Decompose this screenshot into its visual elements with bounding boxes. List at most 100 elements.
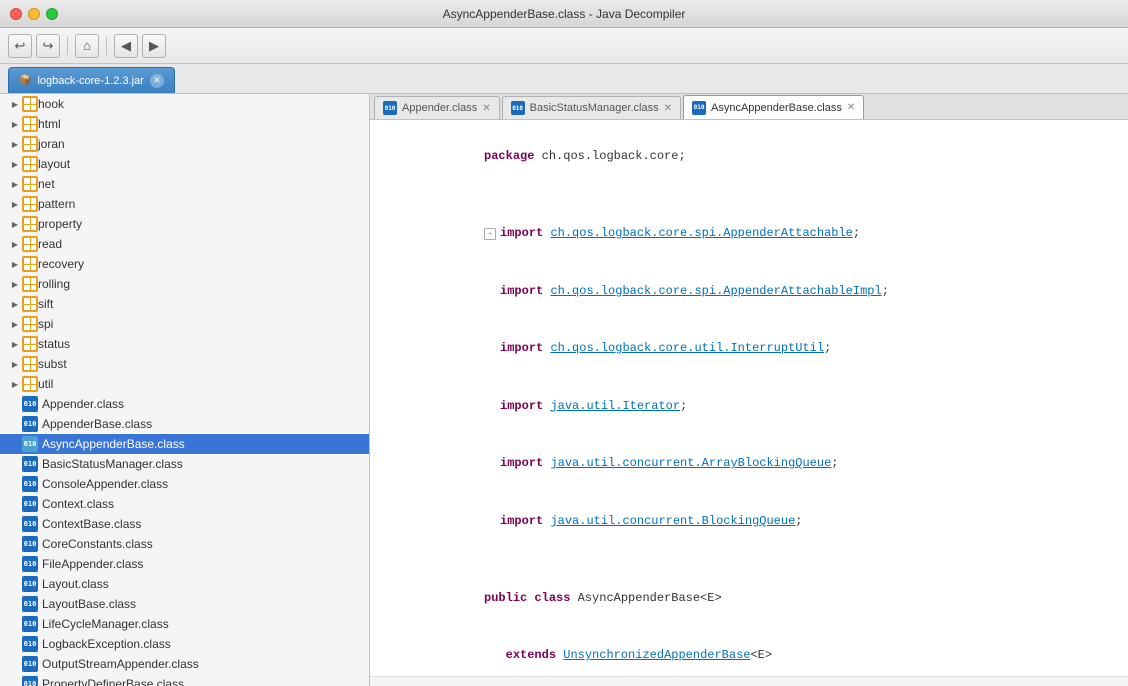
tree-item-sift[interactable]: ▶ sift bbox=[0, 294, 369, 314]
class-icon-contextbase: 010 bbox=[22, 516, 38, 532]
label-net: net bbox=[38, 177, 55, 191]
tree-item-appenderbase-class[interactable]: ▶ 010 AppenderBase.class bbox=[0, 414, 369, 434]
arrow-hook: ▶ bbox=[8, 97, 22, 111]
code-content bbox=[412, 186, 1120, 205]
tree-item-coreconstants-class[interactable]: ▶ 010 CoreConstants.class bbox=[0, 534, 369, 554]
minimize-button[interactable] bbox=[28, 8, 40, 20]
class-icon-basicstatusmanager: 010 bbox=[22, 456, 38, 472]
tree-item-property[interactable]: ▶ property bbox=[0, 214, 369, 234]
arrow-spi: ▶ bbox=[8, 317, 22, 331]
code-content: import java.util.concurrent.ArrayBlockin… bbox=[412, 435, 1120, 493]
label-contextbase-class: ContextBase.class bbox=[42, 517, 141, 531]
tab-appender-class[interactable]: 010 Appender.class ✕ bbox=[374, 96, 500, 119]
tab-label-basicstatusmanager: BasicStatusManager.class bbox=[530, 102, 659, 114]
arrow-util: ▶ bbox=[8, 377, 22, 391]
tab-label-asyncappenderbase: AsyncAppenderBase.class bbox=[711, 102, 842, 114]
toolbar-forward-button[interactable]: ↪ bbox=[36, 34, 60, 58]
code-content bbox=[412, 550, 1120, 569]
jar-tab-label: logback-core-1.2.3.jar bbox=[37, 75, 143, 87]
package-icon-layout bbox=[22, 156, 38, 172]
tree-item-contextbase-class[interactable]: ▶ 010 ContextBase.class bbox=[0, 514, 369, 534]
tree-item-html[interactable]: ▶ html bbox=[0, 114, 369, 134]
code-line-class-decl: public class AsyncAppenderBase<E> bbox=[370, 569, 1128, 627]
label-context-class: Context.class bbox=[42, 497, 114, 511]
tree-item-propertydefinerbase-class[interactable]: ▶ 010 PropertyDefinerBase.class bbox=[0, 674, 369, 686]
code-content: extends UnsynchronizedAppenderBase<E> bbox=[412, 627, 1120, 676]
tree-item-basicstatusmanager-class[interactable]: ▶ 010 BasicStatusManager.class bbox=[0, 454, 369, 474]
label-joran: joran bbox=[38, 137, 65, 151]
tree-item-net[interactable]: ▶ net bbox=[0, 174, 369, 194]
file-tree-panel: ▶ hook ▶ html ▶ joran ▶ bbox=[0, 94, 370, 686]
arrow-joran: ▶ bbox=[8, 137, 22, 151]
code-line-import5: import java.util.concurrent.ArrayBlockin… bbox=[370, 435, 1128, 493]
class-icon-asyncappenderbase: 010 bbox=[22, 436, 38, 452]
package-icon-read bbox=[22, 236, 38, 252]
arrow-rolling: ▶ bbox=[8, 277, 22, 291]
tree-item-layoutbase-class[interactable]: ▶ 010 LayoutBase.class bbox=[0, 594, 369, 614]
package-icon-net bbox=[22, 176, 38, 192]
tree-item-layout[interactable]: ▶ layout bbox=[0, 154, 369, 174]
close-button[interactable] bbox=[10, 8, 22, 20]
toolbar-home-button[interactable]: ⌂ bbox=[75, 34, 99, 58]
class-icon-layout: 010 bbox=[22, 576, 38, 592]
arrow-pattern: ▶ bbox=[8, 197, 22, 211]
label-basicstatusmanager-class: BasicStatusManager.class bbox=[42, 457, 183, 471]
jar-tab-close-button[interactable]: ✕ bbox=[150, 74, 164, 88]
tree-item-util[interactable]: ▶ util bbox=[0, 374, 369, 394]
jar-tab[interactable]: 📦 logback-core-1.2.3.jar ✕ bbox=[8, 67, 175, 93]
main-area: ▶ hook ▶ html ▶ joran ▶ bbox=[0, 94, 1128, 686]
toolbar-next-button[interactable]: ▶ bbox=[142, 34, 166, 58]
tree-item-recovery[interactable]: ▶ recovery bbox=[0, 254, 369, 274]
tab-label-appender: Appender.class bbox=[402, 102, 477, 114]
tree-item-outputstreamappender-class[interactable]: ▶ 010 OutputStreamAppender.class bbox=[0, 654, 369, 674]
tab-icon-basicstatusmanager: 010 bbox=[511, 101, 525, 115]
toolbar-prev-button[interactable]: ◀ bbox=[114, 34, 138, 58]
label-layoutbase-class: LayoutBase.class bbox=[42, 597, 136, 611]
class-icon-fileappender: 010 bbox=[22, 556, 38, 572]
package-icon-pattern bbox=[22, 196, 38, 212]
code-line-package: package ch.qos.logback.core; bbox=[370, 128, 1128, 186]
tree-item-asyncappenderbase-class[interactable]: ▶ 010 AsyncAppenderBase.class bbox=[0, 434, 369, 454]
tree-item-hook[interactable]: ▶ hook bbox=[0, 94, 369, 114]
toolbar-back-button[interactable]: ↩ bbox=[8, 34, 32, 58]
tree-item-consoleappender-class[interactable]: ▶ 010 ConsoleAppender.class bbox=[0, 474, 369, 494]
tree-item-layout-class[interactable]: ▶ 010 Layout.class bbox=[0, 574, 369, 594]
tab-asyncappenderbase-class[interactable]: 010 AsyncAppenderBase.class ✕ bbox=[683, 95, 864, 119]
tree-item-read[interactable]: ▶ read bbox=[0, 234, 369, 254]
toolbar-separator-2 bbox=[106, 37, 107, 55]
package-icon-sift bbox=[22, 296, 38, 312]
tree-item-appender-class[interactable]: ▶ 010 Appender.class bbox=[0, 394, 369, 414]
tab-close-basicstatusmanager[interactable]: ✕ bbox=[664, 103, 672, 114]
tree-item-rolling[interactable]: ▶ rolling bbox=[0, 274, 369, 294]
tab-close-asyncappenderbase[interactable]: ✕ bbox=[847, 102, 855, 113]
tree-item-spi[interactable]: ▶ spi bbox=[0, 314, 369, 334]
code-line-extends: extends UnsynchronizedAppenderBase<E> bbox=[370, 627, 1128, 676]
maximize-button[interactable] bbox=[46, 8, 58, 20]
jar-tab-bar: 📦 logback-core-1.2.3.jar ✕ bbox=[0, 64, 1128, 94]
label-subst: subst bbox=[38, 357, 67, 371]
tree-item-pattern[interactable]: ▶ pattern bbox=[0, 194, 369, 214]
tree-item-fileappender-class[interactable]: ▶ 010 FileAppender.class bbox=[0, 554, 369, 574]
horizontal-scrollbar[interactable] bbox=[370, 676, 1128, 686]
tab-close-appender[interactable]: ✕ bbox=[482, 103, 490, 114]
package-icon-joran bbox=[22, 136, 38, 152]
label-layout-class: Layout.class bbox=[42, 577, 109, 591]
class-icon-coreconstants: 010 bbox=[22, 536, 38, 552]
collapse-imports-button[interactable]: - bbox=[484, 228, 496, 240]
traffic-lights bbox=[10, 8, 58, 20]
arrow-html: ▶ bbox=[8, 117, 22, 131]
tab-basicstatusmanager-class[interactable]: 010 BasicStatusManager.class ✕ bbox=[502, 96, 681, 119]
tree-item-subst[interactable]: ▶ subst bbox=[0, 354, 369, 374]
tree-item-lifecyclemanager-class[interactable]: ▶ 010 LifeCycleManager.class bbox=[0, 614, 369, 634]
label-fileappender-class: FileAppender.class bbox=[42, 557, 143, 571]
tree-item-context-class[interactable]: ▶ 010 Context.class bbox=[0, 494, 369, 514]
arrow-status: ▶ bbox=[8, 337, 22, 351]
package-icon-subst bbox=[22, 356, 38, 372]
tree-item-status[interactable]: ▶ status bbox=[0, 334, 369, 354]
code-content: import ch.qos.logback.core.util.Interrup… bbox=[412, 320, 1120, 378]
tree-item-logbackexception-class[interactable]: ▶ 010 LogbackException.class bbox=[0, 634, 369, 654]
tree-item-joran[interactable]: ▶ joran bbox=[0, 134, 369, 154]
label-outputstreamappender-class: OutputStreamAppender.class bbox=[42, 657, 199, 671]
label-recovery: recovery bbox=[38, 257, 84, 271]
code-line-import1: -import ch.qos.logback.core.spi.Appender… bbox=[370, 205, 1128, 263]
